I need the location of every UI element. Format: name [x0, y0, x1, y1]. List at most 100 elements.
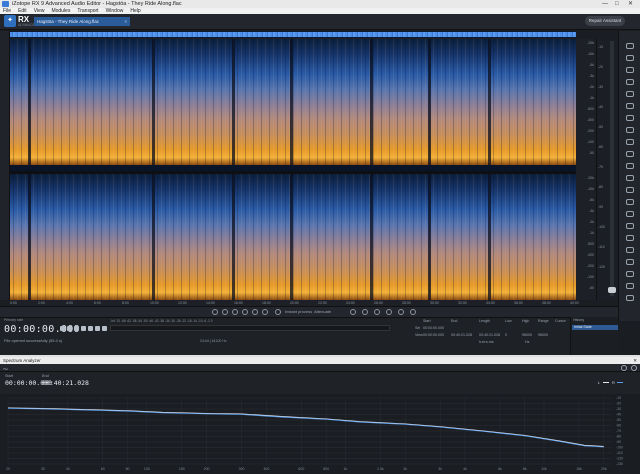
module-icon[interactable] [626, 175, 634, 181]
x-tick-label: 8k [523, 467, 527, 471]
x-tick-label: 300 [239, 467, 245, 471]
module-icon[interactable] [626, 127, 634, 133]
x-tick-label: 15k [576, 467, 582, 471]
time-tick-label: 38:00 [542, 301, 551, 305]
sa-legend: L R [598, 380, 630, 386]
file-tab-close-icon[interactable]: × [124, 17, 127, 26]
spectrum-analyzer-close-button[interactable]: ✕ [633, 357, 637, 364]
zoom-in-icon[interactable] [212, 309, 218, 315]
module-icon[interactable] [626, 67, 634, 73]
channel-divider [10, 171, 576, 174]
rewind-button-icon[interactable] [88, 326, 93, 331]
transport-buttons [60, 326, 108, 333]
spectrogram-channel-right[interactable] [10, 174, 576, 300]
module-icon[interactable] [626, 103, 634, 109]
spectrogram-channel-left[interactable] [10, 39, 576, 165]
module-icon[interactable] [626, 163, 634, 169]
stop-button-icon[interactable] [60, 326, 65, 331]
module-icon[interactable] [626, 115, 634, 121]
module-icon[interactable] [626, 55, 634, 61]
module-icon[interactable] [626, 283, 634, 289]
zoom-time-icon[interactable] [252, 309, 258, 315]
spectrum-analyzer-title-bar: Spectrum Analyzer ✕ [0, 357, 640, 364]
time-tick-label: 8:00 [122, 301, 129, 305]
spectrum-plot[interactable]: 20 30 40 60 80 100 150 200 300 400 600 800 1k 1.5k 2k 3… [0, 394, 640, 474]
repair-assistant-button[interactable]: Repair Assistant [585, 16, 625, 26]
zoom-fit-icon[interactable] [232, 309, 238, 315]
x-tick-label: 200 [204, 467, 210, 471]
play-button-icon[interactable] [67, 326, 72, 331]
selection-sel-row[interactable]: Sel 00:00:00.000 [395, 326, 570, 332]
level-meter [110, 325, 390, 331]
brush-icon[interactable] [386, 309, 392, 315]
module-icon[interactable] [626, 247, 634, 253]
spectrogram-view[interactable] [10, 39, 576, 300]
module-icon[interactable] [626, 259, 634, 265]
sa-end-label: End [42, 374, 49, 378]
x-tick-label: 3k [438, 467, 442, 471]
x-tick-label: 20k [601, 467, 607, 471]
gear-icon[interactable] [621, 365, 627, 371]
module-icon[interactable] [626, 211, 634, 217]
module-icon[interactable] [626, 235, 634, 241]
y-tick-label: -80 [616, 435, 621, 439]
close-button[interactable]: ✕ [628, 0, 633, 8]
module-icon[interactable] [626, 151, 634, 157]
waveform-overview[interactable] [10, 31, 576, 38]
record-button-icon[interactable] [81, 326, 86, 331]
series-line-l [7, 407, 604, 447]
legend-left-label: L [598, 380, 601, 385]
x-tick-label: 1k [344, 467, 348, 471]
x-tick-label: 80 [126, 467, 130, 471]
module-list [618, 31, 640, 321]
waveform-icon[interactable] [410, 309, 416, 315]
time-tick-label: 32:00 [458, 301, 467, 305]
spectrum-analyzer-header [0, 372, 640, 394]
module-icon[interactable] [626, 79, 634, 85]
module-icon[interactable] [626, 271, 634, 277]
time-tick-label: 16:00 [234, 301, 243, 305]
zoom-selection-icon[interactable] [242, 309, 248, 315]
legend-right-swatch [617, 382, 623, 383]
instant-process-checkbox[interactable] [275, 309, 281, 315]
time-tick-label: 26:00 [374, 301, 383, 305]
time-tick-label: 24:00 [346, 301, 355, 305]
loop-button-icon[interactable] [95, 326, 100, 331]
instant-play-button-icon[interactable] [102, 326, 107, 331]
x-tick-label: 60 [101, 467, 105, 471]
amplitude-meter: -10 -20 -30 -40 -50 -60 -70 -80 -90 -100… [596, 39, 618, 300]
module-icon[interactable] [626, 187, 634, 193]
window-title: iZotope RX 9 Advanced Audio Editor - Hag… [12, 1, 182, 7]
help-icon[interactable] [631, 365, 637, 371]
pause-button-icon[interactable] [74, 326, 79, 331]
time-tick-label: 6:00 [94, 301, 101, 305]
history-item[interactable]: Initial State [572, 325, 618, 330]
status-message: File opened successfully (55.0 s) [4, 338, 63, 343]
maximize-button[interactable]: □ [615, 0, 619, 8]
opacity-slider-track[interactable] [610, 41, 614, 296]
left-ruler [0, 31, 10, 300]
module-icon[interactable] [626, 43, 634, 49]
instant-process-mode[interactable]: Attenuate [314, 309, 331, 314]
time-tick-label: 36:00 [514, 301, 523, 305]
hand-icon[interactable] [262, 309, 268, 315]
module-icon[interactable] [626, 199, 634, 205]
module-icon[interactable] [626, 295, 634, 301]
opacity-slider-knob[interactable] [608, 287, 616, 293]
magic-wand-icon[interactable] [398, 309, 404, 315]
module-icon[interactable] [626, 139, 634, 145]
module-icon[interactable] [626, 223, 634, 229]
freq-select-icon[interactable] [362, 309, 368, 315]
time-tick-label: 20:00 [290, 301, 299, 305]
x-tick-label: 40 [66, 467, 70, 471]
sa-end-value: 00:40:21.028 [42, 379, 89, 387]
module-icon[interactable] [626, 91, 634, 97]
minimize-button[interactable]: — [602, 0, 608, 8]
lasso-icon[interactable] [374, 309, 380, 315]
file-tab[interactable]: Hagstöa - They Ride Along.flac × [34, 17, 130, 26]
y-tick-label: -130 [616, 462, 623, 466]
zoom-out-icon[interactable] [222, 309, 228, 315]
selection-view-row[interactable]: View 00:00:00.000 00:40:21.028 00:40:21.… [395, 333, 570, 339]
time-select-icon[interactable] [350, 309, 356, 315]
y-tick-label: -100 [616, 446, 623, 450]
